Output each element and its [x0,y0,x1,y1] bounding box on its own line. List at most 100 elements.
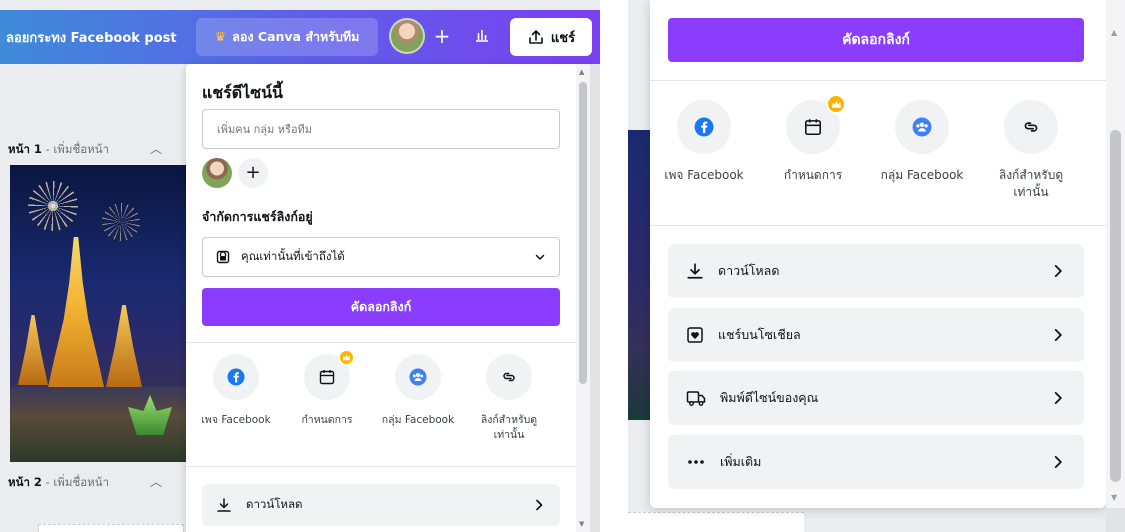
design-page-thumbnail-edge [628,130,650,420]
more-row[interactable]: เพิ่มเติม [668,435,1084,489]
download-icon [217,498,231,512]
chevron-right-icon [536,499,543,511]
group-icon [912,117,932,137]
canvas-scrollbar[interactable] [1106,508,1125,532]
chevron-right-icon [1054,391,1062,405]
schedule-option-circle [304,349,355,400]
group-icon [409,368,427,386]
facebook-page-label: เพจ Facebook [664,168,744,182]
add-collaborator-button[interactable]: + [238,158,268,188]
download-row[interactable]: ดาวน์โหลด [202,484,560,526]
share-dropdown: แชร์ดีไซน์นี้ + จำกัดการแชร์ลิงก์อยู่ คุ… [186,64,590,532]
link-option-circle [486,354,532,400]
download-label: ดาวน์โหลด [246,497,303,511]
share-panel-scrollbar[interactable]: ▲ ▼ [576,64,590,532]
chevron-right-icon [1054,328,1062,342]
link-option-circle [1004,100,1058,154]
facebook-option-circle [213,354,259,400]
schedule-option-circle [786,94,846,154]
scrollbar-thumb[interactable] [1110,130,1121,482]
facebook-page-label: เพจ Facebook [201,414,271,426]
facebook-group-option[interactable]: กลุ่ม Facebook [373,354,463,428]
scroll-down-arrow[interactable]: ▼ [1111,493,1117,502]
facebook-icon [227,368,245,386]
link-access-heading: จำกัดการแชร์ลิงก์อยู่ [202,209,313,224]
share-dropdown-scrolled: คัดลอกลิงก์ เพจ Facebook กำหนดการ กลุ่ม … [650,0,1106,508]
page-1-title[interactable]: หน้า 1 - เพิ่มชื่อหน้า [8,141,109,159]
link-icon [1024,122,1038,132]
share-button-label: แชร์ [550,30,576,46]
schedule-label: กำหนดการ [301,414,353,426]
link-access-value: คุณเท่านั้นที่เข้าถึงได้ [241,249,345,263]
add-collaborator-button[interactable]: + [428,22,456,50]
premium-crown-icon [338,349,355,366]
schedule-label: กำหนดการ [783,168,843,182]
lock-icon [216,250,230,264]
facebook-page-option[interactable]: เพจ Facebook [654,100,754,184]
try-canva-teams-button[interactable]: ♛ ลอง Canva สำหรับทีม [196,18,378,56]
right-screenshot: คัดลอกลิงก์ เพจ Facebook กำหนดการ กลุ่ม … [628,0,1125,532]
print-design-label: พิมพ์ดีไซน์ของคุณ [720,390,819,405]
view-only-link-label: ลิงก์สำหรับดู เท่านั้น [998,168,1064,199]
facebook-page-option[interactable]: เพจ Facebook [191,354,281,428]
temple-spire-decoration [106,305,142,387]
schedule-option[interactable]: กำหนดการ [763,94,863,184]
chevron-down-icon [535,254,545,260]
link-icon [503,372,515,382]
canvas-scrollbar[interactable] [590,64,600,532]
chevron-right-icon [1054,264,1062,278]
user-avatar[interactable] [389,18,425,54]
download-icon [687,263,703,279]
share-on-social-label: แชร์บนโซเชียล [718,327,801,342]
download-label: ดาวน์โหลด [718,263,780,278]
insights-button[interactable] [468,22,496,50]
design-page-1-thumbnail[interactable] [10,165,186,462]
link-access-select[interactable]: คุณเท่านั้นที่เข้าถึงได้ [202,237,560,277]
share-on-social-row[interactable]: แชร์บนโซเชียล [668,308,1084,362]
copy-link-button[interactable]: คัดลอกลิงก์ [202,288,560,326]
divider [650,80,1106,81]
crown-icon: ♛ [214,29,227,45]
scrollbar-thumb[interactable] [579,82,587,384]
more-label: เพิ่มเติม [720,454,762,469]
calendar-icon [319,370,335,385]
scroll-down-arrow[interactable]: ▼ [579,520,584,528]
view-only-link-option[interactable]: ลิงก์สำหรับดู เท่านั้น [981,100,1081,201]
share-panel-scrollbar[interactable]: ▲ ▼ [1106,0,1125,508]
design-page-2-thumbnail[interactable] [38,524,184,532]
divider [186,342,576,343]
collaborator-avatar[interactable] [202,158,232,188]
try-canva-teams-label: ลอง Canva สำหรับทีม [232,29,360,44]
copy-link-button[interactable]: คัดลอกลิงก์ [668,18,1084,62]
firework-decoration [102,203,140,241]
more-dots-icon [688,460,704,464]
facebook-option-circle [677,100,731,154]
facebook-group-label: กลุ่ม Facebook [880,168,964,182]
facebook-icon [694,117,714,137]
heart-social-icon [687,327,703,343]
chevron-right-icon [1054,455,1062,469]
document-title[interactable]: ลอยกระทง Facebook post [6,27,177,48]
group-option-circle [895,100,949,154]
view-only-link-label: ลิงก์สำหรับดู เท่านั้น [480,414,538,441]
divider [186,466,576,467]
facebook-group-label: กลุ่ม Facebook [381,414,455,426]
scroll-up-arrow[interactable]: ▲ [579,68,584,76]
upload-icon [529,30,543,44]
truck-icon [686,391,706,406]
view-only-link-option[interactable]: ลิงก์สำหรับดู เท่านั้น [464,354,554,443]
download-row[interactable]: ดาวน์โหลด [668,244,1084,298]
scroll-up-arrow[interactable]: ▲ [1111,28,1117,37]
chevron-up-icon[interactable]: ︿ [150,140,162,157]
schedule-option[interactable]: กำหนดการ [282,349,372,428]
firework-decoration [28,181,78,231]
divider [650,225,1106,226]
chevron-up-icon[interactable]: ︿ [150,473,162,490]
page-2-title[interactable]: หน้า 2 - เพิ่มชื่อหน้า [8,474,109,492]
share-button[interactable]: แชร์ [510,18,592,56]
left-screenshot: ลอยกระทง Facebook post ♛ ลอง Canva สำหรั… [0,0,600,532]
calendar-icon [805,119,821,135]
print-design-row[interactable]: พิมพ์ดีไซน์ของคุณ [668,371,1084,425]
invite-people-input[interactable] [202,109,560,149]
facebook-group-option[interactable]: กลุ่ม Facebook [872,100,972,184]
